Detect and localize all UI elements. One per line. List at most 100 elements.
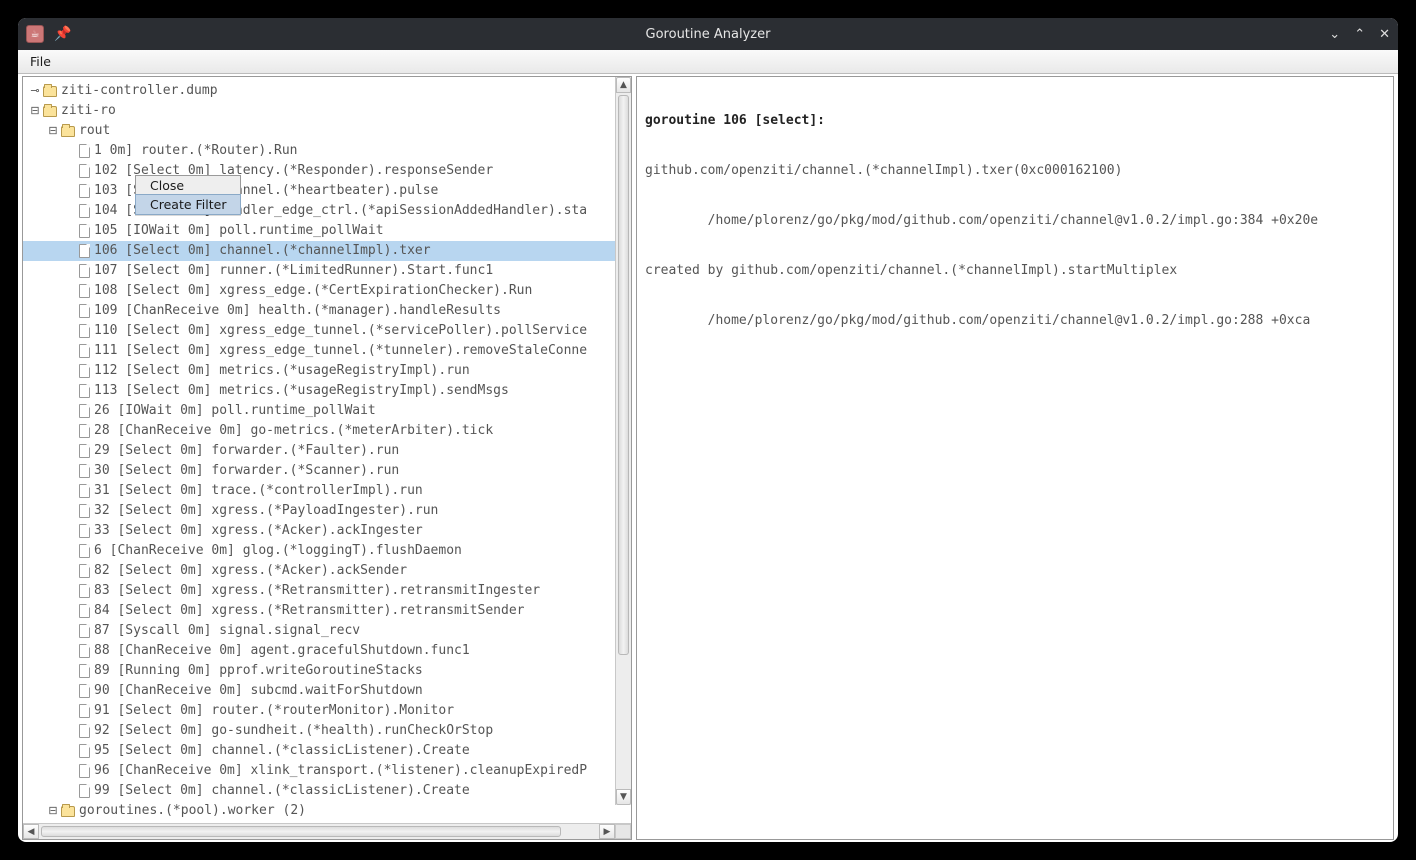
- app-icon: ☕: [26, 25, 44, 43]
- tree-label: 92 [Select 0m] go-sundheit.(*health).run…: [94, 721, 493, 741]
- tree-leaf-goroutine[interactable]: 82 [Select 0m] xgress.(*Acker).ackSender: [23, 561, 631, 581]
- minimize-icon[interactable]: ⌄: [1329, 27, 1340, 42]
- tree-leaf-goroutine[interactable]: 29 [Select 0m] forwarder.(*Faulter).run: [23, 441, 631, 461]
- tree-label: ziti-ro: [61, 101, 116, 121]
- tree-leaf-goroutine[interactable]: 88 [ChanReceive 0m] agent.gracefulShutdo…: [23, 641, 631, 661]
- file-icon: [79, 684, 90, 698]
- tree-root-router[interactable]: ⊟ ziti-ro: [23, 101, 631, 121]
- tree-leaf-goroutine[interactable]: 105 [IOWait 0m] poll.runtime_pollWait: [23, 221, 631, 241]
- tree-label: 91 [Select 0m] router.(*routerMonitor).M…: [94, 701, 454, 721]
- tree-leaf-goroutine[interactable]: 108 [Select 0m] xgress_edge.(*CertExpira…: [23, 281, 631, 301]
- tree-root-controller[interactable]: ⊸ziti-controller.dump: [23, 81, 631, 101]
- tree-panel: ⊸ziti-controller.dump⊟ziti-ro⊟rout1 0m] …: [22, 76, 632, 840]
- pin-icon[interactable]: 📌: [54, 26, 71, 42]
- tree-leaf[interactable]: 1 0m] router.(*Router).Run: [23, 141, 631, 161]
- tree-leaf-goroutine[interactable]: 111 [Select 0m] xgress_edge_tunnel.(*tun…: [23, 341, 631, 361]
- tree-leaf-goroutine[interactable]: 87 [Syscall 0m] signal.signal_recv: [23, 621, 631, 641]
- tree-leaf-goroutine[interactable]: 84 [Select 0m] xgress.(*Retransmitter).r…: [23, 601, 631, 621]
- tree-leaf-goroutine[interactable]: 112 [Select 0m] metrics.(*usageRegistryI…: [23, 361, 631, 381]
- detail-line: /home/plorenz/go/pkg/mod/github.com/open…: [645, 211, 1385, 231]
- tree-label: 30 [Select 0m] forwarder.(*Scanner).run: [94, 461, 399, 481]
- tree-leaf-goroutine[interactable]: 113 [Select 0m] metrics.(*usageRegistryI…: [23, 381, 631, 401]
- horizontal-scroll-thumb[interactable]: [41, 826, 561, 837]
- tree-label: 26 [IOWait 0m] poll.runtime_pollWait: [94, 401, 376, 421]
- tree-leaf-goroutine[interactable]: 90 [ChanReceive 0m] subcmd.waitForShutdo…: [23, 681, 631, 701]
- expand-handle-icon[interactable]: ⊸: [29, 81, 41, 101]
- scroll-right-icon[interactable]: ▶: [599, 824, 615, 839]
- tree-label: 96 [ChanReceive 0m] xlink_transport.(*li…: [94, 761, 587, 781]
- file-icon: [79, 784, 90, 798]
- tree-leaf-goroutine[interactable]: 99 [Select 0m] channel.(*classicListener…: [23, 781, 631, 801]
- tree-label: 29 [Select 0m] forwarder.(*Faulter).run: [94, 441, 399, 461]
- tree-leaf-goroutine[interactable]: 109 [ChanReceive 0m] health.(*manager).h…: [23, 301, 631, 321]
- tree-leaf-goroutine[interactable]: 104 [Select 0m] handler_edge_ctrl.(*apiS…: [23, 201, 631, 221]
- file-icon: [79, 444, 90, 458]
- app-window: ☕ 📌 Goroutine Analyzer ⌄ ⌃ ✕ File ⊸ziti-…: [18, 18, 1398, 842]
- tree-label: 1 0m] router.(*Router).Run: [94, 141, 298, 161]
- tree-leaf-goroutine[interactable]: 31 [Select 0m] trace.(*controllerImpl).r…: [23, 481, 631, 501]
- tree-label: goroutines.(*pool).worker (2): [79, 801, 306, 821]
- tree-label: 113 [Select 0m] metrics.(*usageRegistryI…: [94, 381, 509, 401]
- tree-label: 108 [Select 0m] xgress_edge.(*CertExpira…: [94, 281, 532, 301]
- tree-leaf-goroutine[interactable]: 96 [ChanReceive 0m] xlink_transport.(*li…: [23, 761, 631, 781]
- tree-leaf-goroutine[interactable]: 6 [ChanReceive 0m] glog.(*loggingT).flus…: [23, 541, 631, 561]
- tree-leaf-goroutine[interactable]: 33 [Select 0m] xgress.(*Acker).ackIngest…: [23, 521, 631, 541]
- tree-leaf-goroutine[interactable]: 89 [Running 0m] pprof.writeGoroutineStac…: [23, 661, 631, 681]
- tree-label: 99 [Select 0m] channel.(*classicListener…: [94, 781, 470, 801]
- detail-line: created by github.com/openziti/channel.(…: [645, 261, 1385, 281]
- file-icon: [79, 624, 90, 638]
- tree-scroll-area: ⊸ziti-controller.dump⊟ziti-ro⊟rout1 0m] …: [23, 77, 631, 823]
- expand-handle-icon[interactable]: ⊟: [29, 101, 41, 121]
- tree-leaf-goroutine[interactable]: 107 [Select 0m] runner.(*LimitedRunner).…: [23, 261, 631, 281]
- tree-leaf-goroutine[interactable]: 26 [IOWait 0m] poll.runtime_pollWait: [23, 401, 631, 421]
- tree-leaf-goroutine[interactable]: 92 [Select 0m] go-sundheit.(*health).run…: [23, 721, 631, 741]
- tree-label: 107 [Select 0m] runner.(*LimitedRunner).…: [94, 261, 493, 281]
- tree-leaf-goroutine[interactable]: 30 [Select 0m] forwarder.(*Scanner).run: [23, 461, 631, 481]
- folder-icon: [61, 806, 75, 817]
- tree-leaf-goroutine[interactable]: 102 [Select 0m] latency.(*Responder).res…: [23, 161, 631, 181]
- scroll-left-icon[interactable]: ◀: [23, 824, 39, 839]
- goroutine-tree[interactable]: ⊸ziti-controller.dump⊟ziti-ro⊟rout1 0m] …: [23, 77, 631, 823]
- menu-file[interactable]: File: [24, 52, 57, 71]
- file-icon: [79, 424, 90, 438]
- tree-leaf-goroutine[interactable]: 91 [Select 0m] router.(*routerMonitor).M…: [23, 701, 631, 721]
- scroll-corner: [615, 824, 631, 839]
- tree-leaf-goroutine[interactable]: 83 [Select 0m] xgress.(*Retransmitter).r…: [23, 581, 631, 601]
- expand-handle-icon[interactable]: ⊟: [47, 801, 59, 821]
- file-icon: [79, 244, 90, 258]
- tree-leaf-goroutine[interactable]: 28 [ChanReceive 0m] go-metrics.(*meterAr…: [23, 421, 631, 441]
- tree-leaf-goroutine[interactable]: 95 [Select 0m] channel.(*classicListener…: [23, 741, 631, 761]
- detail-line: github.com/openziti/channel.(*channelImp…: [645, 161, 1385, 181]
- tree-label: 31 [Select 0m] trace.(*controllerImpl).r…: [94, 481, 423, 501]
- detail-panel: goroutine 106 [select]: github.com/openz…: [636, 76, 1394, 840]
- expand-handle-icon[interactable]: ⊟: [47, 121, 59, 141]
- context-menu-close[interactable]: Close: [136, 176, 240, 195]
- tree-branch-pool[interactable]: ⊟ goroutines.(*pool).worker (2): [23, 801, 631, 821]
- file-icon: [79, 404, 90, 418]
- tree-label: 87 [Syscall 0m] signal.signal_recv: [94, 621, 360, 641]
- file-icon: [79, 384, 90, 398]
- window-title: Goroutine Analyzer: [18, 27, 1398, 42]
- title-bar[interactable]: ☕ 📌 Goroutine Analyzer ⌄ ⌃ ✕: [18, 18, 1398, 50]
- horizontal-scrollbar[interactable]: ◀ ▶: [23, 823, 631, 839]
- scroll-down-icon[interactable]: ▼: [616, 789, 631, 805]
- tree-leaf-goroutine[interactable]: 32 [Select 0m] xgress.(*PayloadIngester)…: [23, 501, 631, 521]
- file-icon: [79, 704, 90, 718]
- maximize-icon[interactable]: ⌃: [1354, 27, 1365, 42]
- vertical-scrollbar[interactable]: ▲ ▼: [615, 77, 631, 805]
- tree-leaf-goroutine[interactable]: 110 [Select 0m] xgress_edge_tunnel.(*ser…: [23, 321, 631, 341]
- scroll-up-icon[interactable]: ▲: [616, 77, 631, 93]
- tree-leaf-goroutine[interactable]: 106 [Select 0m] channel.(*channelImpl).t…: [23, 241, 631, 261]
- vertical-scroll-thumb[interactable]: [618, 95, 629, 655]
- tree-label: 95 [Select 0m] channel.(*classicListener…: [94, 741, 470, 761]
- tree-branch-routines[interactable]: ⊟rout: [23, 121, 631, 141]
- tree-label: 33 [Select 0m] xgress.(*Acker).ackIngest…: [94, 521, 423, 541]
- file-icon: [79, 764, 90, 778]
- content-area: ⊸ziti-controller.dump⊟ziti-ro⊟rout1 0m] …: [18, 74, 1398, 842]
- tree-leaf-goroutine[interactable]: 103 [Select 0m] channel.(*heartbeater).p…: [23, 181, 631, 201]
- tree-label: 84 [Select 0m] xgress.(*Retransmitter).r…: [94, 601, 524, 621]
- close-icon[interactable]: ✕: [1379, 27, 1390, 42]
- tree-label: 111 [Select 0m] xgress_edge_tunnel.(*tun…: [94, 341, 587, 361]
- context-menu-create-filter[interactable]: Create Filter: [135, 194, 241, 215]
- file-icon: [79, 544, 90, 558]
